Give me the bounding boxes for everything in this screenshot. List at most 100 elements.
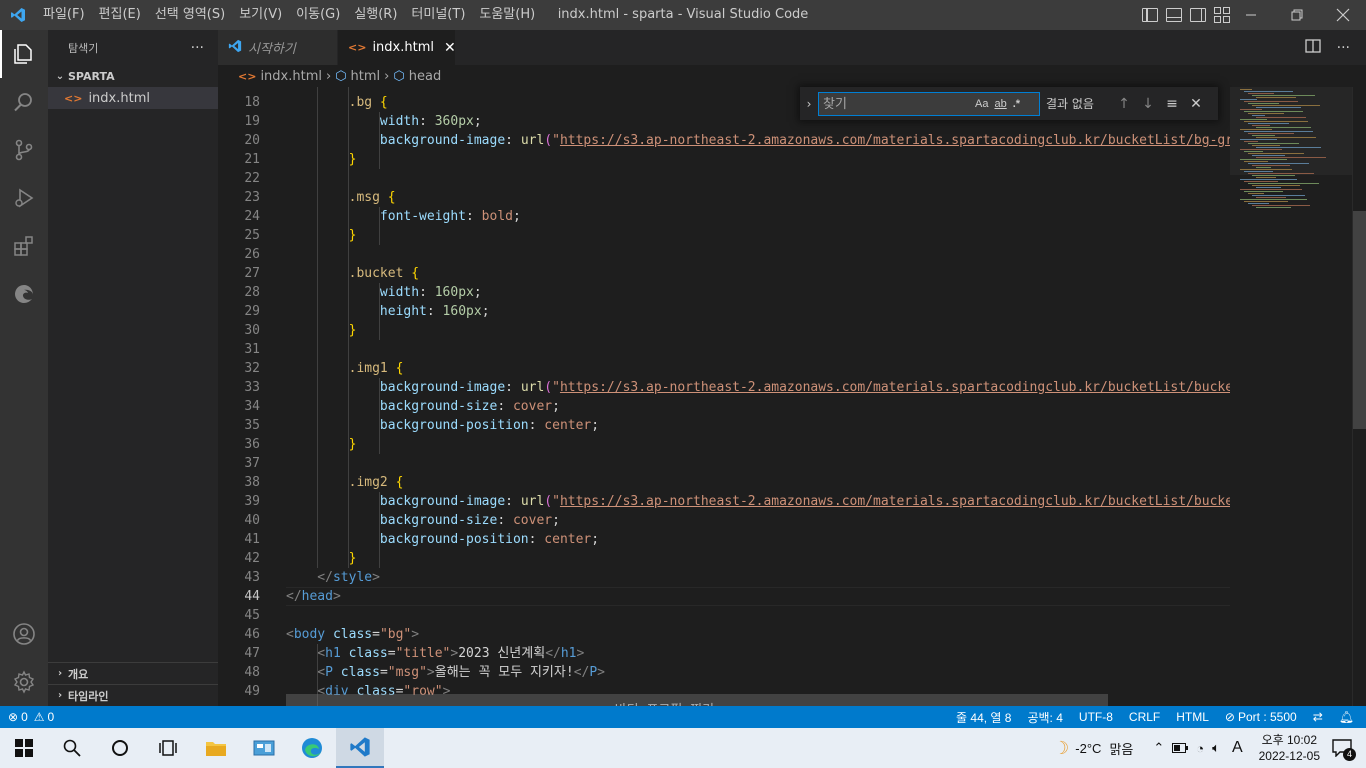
problems-indicator[interactable]: ⊗ 0 ⚠ 0 xyxy=(0,710,62,724)
code-line[interactable]: 26 xyxy=(218,245,1230,264)
close-find-icon[interactable]: ✕ xyxy=(1184,96,1208,112)
more-actions-icon[interactable]: ··· xyxy=(1337,40,1350,56)
code-line[interactable]: 33 background-image: url("https://s3.ap-… xyxy=(218,378,1230,397)
menu-item[interactable]: 실행(R) xyxy=(347,0,404,30)
menu-item[interactable]: 파일(F) xyxy=(36,0,92,30)
menu-item[interactable]: 터미널(T) xyxy=(404,0,472,30)
code-line[interactable]: 22 xyxy=(218,169,1230,188)
live-server-port[interactable]: ⊘ Port : 5500 xyxy=(1217,710,1305,724)
vscode-taskbar-icon[interactable] xyxy=(336,728,384,768)
match-case-toggle[interactable]: Aa xyxy=(975,98,988,110)
language-mode[interactable]: HTML xyxy=(1168,710,1217,724)
tab-getting-started[interactable]: 시작하기 xyxy=(218,30,338,65)
code-line[interactable]: 47 <h1 class="title">2023 신년계획</h1> xyxy=(218,644,1230,663)
encoding[interactable]: UTF-8 xyxy=(1071,710,1121,724)
indentation[interactable]: 공백: 4 xyxy=(1019,709,1070,726)
notification-center-icon[interactable]: 4 xyxy=(1332,739,1356,761)
menu-item[interactable]: 이동(G) xyxy=(289,0,347,30)
more-actions-button[interactable]: ··· xyxy=(191,40,204,56)
vertical-scrollbar-thumb[interactable] xyxy=(1353,211,1366,429)
code-editor[interactable]: 18 .bg {19 width: 360px; 20 background-im… xyxy=(218,87,1230,706)
hidden-icons-icon[interactable]: ⌃ xyxy=(1153,740,1164,756)
restore-button[interactable] xyxy=(1274,0,1320,30)
toggle-panel-icon[interactable] xyxy=(1166,8,1182,22)
extensions-icon[interactable] xyxy=(0,222,48,270)
find-in-selection-icon[interactable]: ≡ xyxy=(1160,96,1184,112)
explorer-icon[interactable] xyxy=(0,30,48,78)
edge-devtools-icon[interactable] xyxy=(0,270,48,318)
code-line[interactable]: 27 .bucket { xyxy=(218,264,1230,283)
notifications-bell-icon[interactable]: 🔔︎ xyxy=(1331,710,1362,724)
code-line[interactable]: 46 <body class="bg"> xyxy=(218,625,1230,644)
code-line[interactable]: 24 font-weight: bold; xyxy=(218,207,1230,226)
close-tab-icon[interactable]: ✕ xyxy=(444,40,456,56)
code-line[interactable]: 23 .msg { xyxy=(218,188,1230,207)
source-control-icon[interactable] xyxy=(0,126,48,174)
task-view-icon[interactable] xyxy=(144,728,192,768)
cursor-position[interactable]: 줄 44, 열 8 xyxy=(948,709,1019,726)
outline-section[interactable]: › 개요 xyxy=(48,662,218,684)
settings-gear-icon[interactable] xyxy=(0,658,48,706)
code-line[interactable]: 39 background-image: url("https://s3.ap-… xyxy=(218,492,1230,511)
code-line[interactable]: 48 <P class="msg">올해는 꼭 모두 지키자!</P> xyxy=(218,663,1230,682)
line-ending[interactable]: CRLF xyxy=(1121,710,1168,724)
menu-item[interactable]: 도움말(H) xyxy=(472,0,542,30)
windows-start-icon[interactable] xyxy=(0,728,48,768)
code-line[interactable]: 34 background-size: cover; xyxy=(218,397,1230,416)
toggle-secondary-sidebar-icon[interactable] xyxy=(1190,8,1206,22)
code-line[interactable]: 25 } xyxy=(218,226,1230,245)
breadcrumb-head[interactable]: head xyxy=(409,69,441,84)
code-line[interactable]: 30 } xyxy=(218,321,1230,340)
run-debug-icon[interactable] xyxy=(0,174,48,222)
code-line[interactable]: 32 .img1 { xyxy=(218,359,1230,378)
code-line[interactable]: 45 xyxy=(218,606,1230,625)
breadcrumb-html[interactable]: html xyxy=(351,69,381,84)
code-line[interactable]: 42 } xyxy=(218,549,1230,568)
file-item-indx-html[interactable]: <> indx.html xyxy=(48,87,218,109)
control-panel-icon[interactable] xyxy=(240,728,288,768)
code-line[interactable]: 28 width: 160px; xyxy=(218,283,1230,302)
horizontal-scrollbar-thumb[interactable] xyxy=(286,694,1108,706)
code-line[interactable]: 41 background-position: center; xyxy=(218,530,1230,549)
cortana-icon[interactable] xyxy=(96,728,144,768)
tab-indx-html[interactable]: <> indx.html ✕ xyxy=(338,30,456,65)
toggle-replace-chevron-icon[interactable]: › xyxy=(800,97,818,111)
use-regex-toggle[interactable]: .* xyxy=(1013,98,1020,110)
vertical-scrollbar[interactable] xyxy=(1352,87,1366,706)
file-explorer-icon[interactable] xyxy=(192,728,240,768)
minimap[interactable] xyxy=(1230,87,1352,706)
timeline-section[interactable]: › 타임라인 xyxy=(48,684,218,706)
code-line[interactable]: 36 } xyxy=(218,435,1230,454)
weather-widget[interactable]: ☽ -2°C 맑음 xyxy=(1053,738,1145,759)
next-match-arrow-icon[interactable]: ↓ xyxy=(1136,96,1160,112)
code-line[interactable]: 31 xyxy=(218,340,1230,359)
account-icon[interactable] xyxy=(0,610,48,658)
search-icon[interactable] xyxy=(0,78,48,126)
folder-section-sparta[interactable]: ⌄ SPARTA xyxy=(48,65,218,87)
breadcrumb-file[interactable]: indx.html xyxy=(260,69,322,84)
taskbar-search-icon[interactable] xyxy=(48,728,96,768)
minimize-button[interactable] xyxy=(1228,0,1274,30)
code-line[interactable]: 38 .img2 { xyxy=(218,473,1230,492)
clock[interactable]: 오후 10:02 2022-12-05 xyxy=(1259,732,1320,764)
toggle-sidebar-icon[interactable] xyxy=(1142,8,1158,22)
code-line[interactable]: 43 </style> xyxy=(218,568,1230,587)
code-line[interactable]: 40 background-size: cover; xyxy=(218,511,1230,530)
menu-item[interactable]: 편집(E) xyxy=(92,0,148,30)
ime-indicator[interactable]: A xyxy=(1232,739,1243,757)
menu-item[interactable]: 선택 영역(S) xyxy=(148,0,232,30)
code-line[interactable]: 35 background-position: center; xyxy=(218,416,1230,435)
find-input-box[interactable]: Aa ab .* xyxy=(818,91,1040,116)
menu-item[interactable]: 보기(V) xyxy=(232,0,289,30)
close-window-button[interactable] xyxy=(1320,0,1366,30)
match-whole-word-toggle[interactable]: ab xyxy=(994,98,1006,110)
find-input[interactable] xyxy=(819,96,969,111)
edge-browser-icon[interactable] xyxy=(288,728,336,768)
code-line[interactable]: 21 } xyxy=(218,150,1230,169)
volume-icon[interactable]: 🔈︎ xyxy=(1212,740,1220,756)
wifi-icon[interactable]: ◔ xyxy=(1196,741,1204,756)
split-editor-icon[interactable] xyxy=(1304,38,1321,57)
live-share-icon[interactable]: ⇄ xyxy=(1305,710,1331,724)
code-line[interactable]: 37 xyxy=(218,454,1230,473)
battery-icon[interactable] xyxy=(1172,743,1189,753)
